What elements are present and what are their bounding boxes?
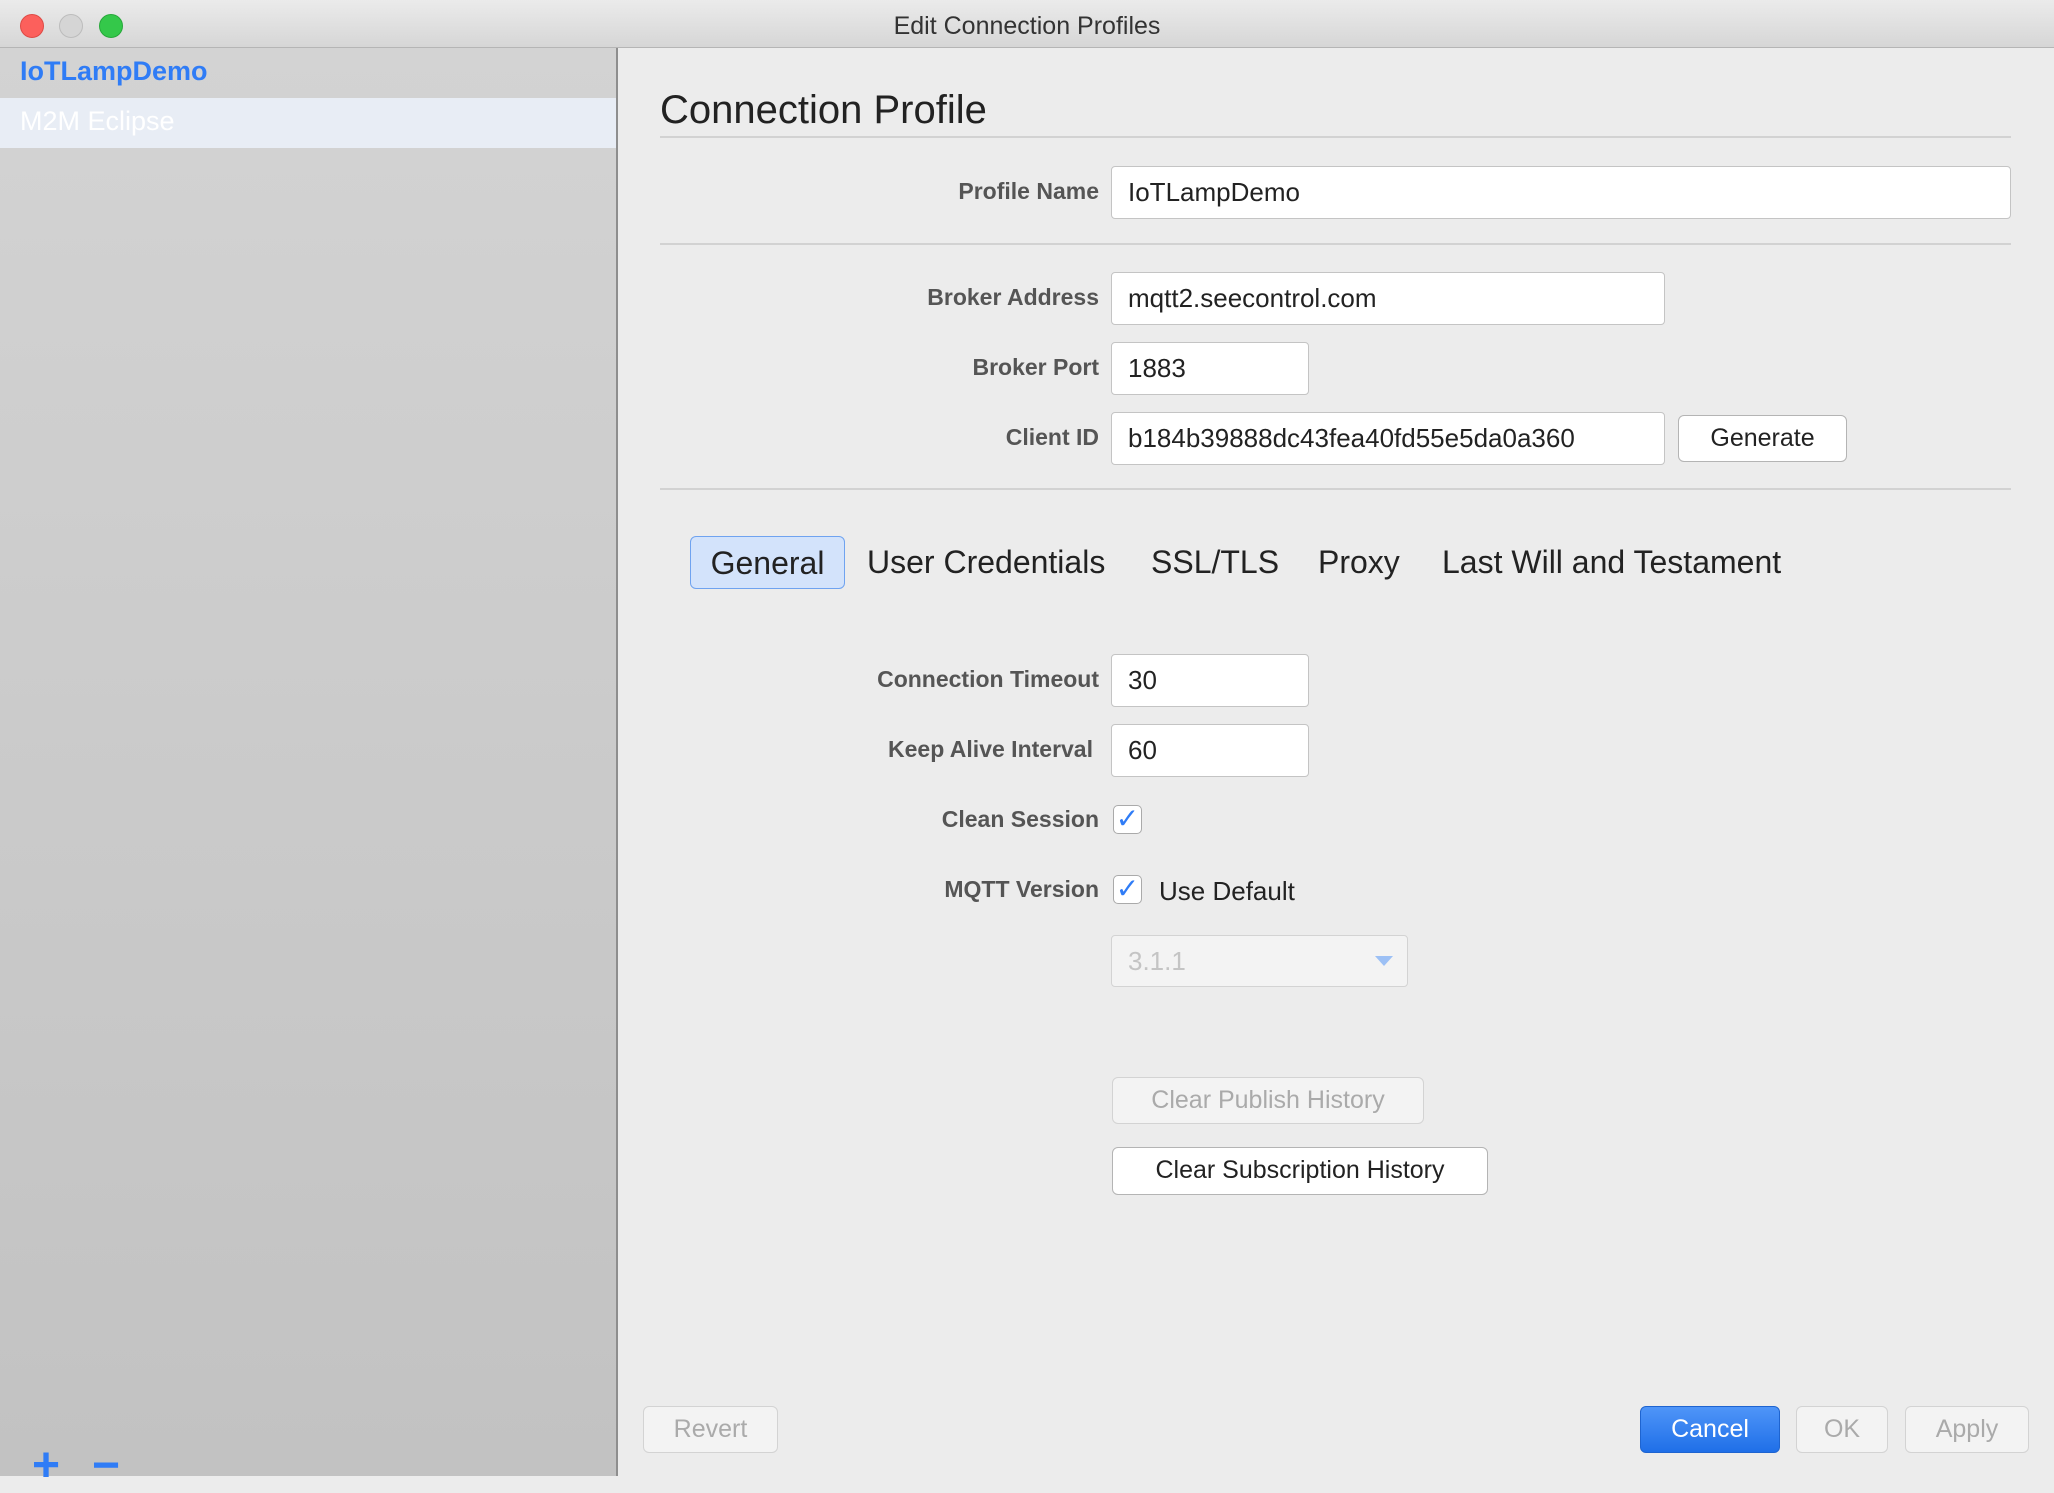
profile-list: IoTLampDemo M2M Eclipse + − [0,48,618,1492]
mqtt-version-select[interactable]: 3.1.1 [1111,935,1408,987]
checkmark-icon: ✓ [1115,803,1140,834]
clear-publish-history-button[interactable]: Clear Publish History [1112,1077,1424,1124]
profile-name-label: Profile Name [958,178,1099,204]
client-id-label: Client ID [1005,424,1099,450]
divider [660,136,2011,138]
divider [660,243,2011,245]
cancel-button[interactable]: Cancel [1640,1406,1780,1453]
tab-proxy[interactable]: Proxy [1318,536,1400,589]
divider [660,488,2011,490]
tab-user-credentials[interactable]: User Credentials [867,536,1105,589]
broker-address-label: Broker Address [927,284,1099,310]
connection-timeout-input[interactable]: 30 [1111,654,1309,707]
remove-profile-button[interactable]: − [92,1438,120,1493]
tab-last-will[interactable]: Last Will and Testament [1442,536,1781,589]
checkmark-icon: ✓ [1115,873,1140,904]
use-default-checkbox[interactable]: ✓ [1113,875,1142,904]
broker-port-label: Broker Port [972,354,1099,380]
ok-button[interactable]: OK [1796,1406,1888,1453]
apply-button[interactable]: Apply [1905,1406,2029,1453]
profile-name-input[interactable]: IoTLampDemo [1111,166,2011,219]
broker-address-input[interactable]: mqtt2.seecontrol.com [1111,272,1665,325]
use-default-label: Use Default [1159,876,1295,906]
mqtt-version-value: 3.1.1 [1128,946,1186,976]
revert-button[interactable]: Revert [643,1406,778,1453]
keep-alive-label: Keep Alive Interval [888,736,1093,762]
keep-alive-input[interactable]: 60 [1111,724,1309,777]
page-title: Connection Profile [660,88,987,132]
add-profile-button[interactable]: + [32,1438,60,1493]
clear-subscription-history-button[interactable]: Clear Subscription History [1112,1147,1488,1195]
mqtt-version-label: MQTT Version [944,876,1099,902]
profile-item-m2m-eclipse[interactable]: M2M Eclipse [0,98,616,148]
clean-session-checkbox[interactable]: ✓ [1113,805,1142,834]
tab-general[interactable]: General [690,536,845,589]
connection-timeout-label: Connection Timeout [877,666,1099,692]
broker-port-input[interactable]: 1883 [1111,342,1309,395]
title-bar: Edit Connection Profiles [0,0,2054,48]
window-title: Edit Connection Profiles [893,12,1161,40]
clean-session-label: Clean Session [941,806,1099,832]
client-id-input[interactable]: b184b39888dc43fea40fd55e5da0a360 [1111,412,1665,465]
generate-button[interactable]: Generate [1678,415,1847,462]
tab-ssl-tls[interactable]: SSL/TLS [1151,536,1279,589]
profile-item-iotlampdemo[interactable]: IoTLampDemo [0,48,616,98]
chevron-down-icon [1375,956,1393,966]
